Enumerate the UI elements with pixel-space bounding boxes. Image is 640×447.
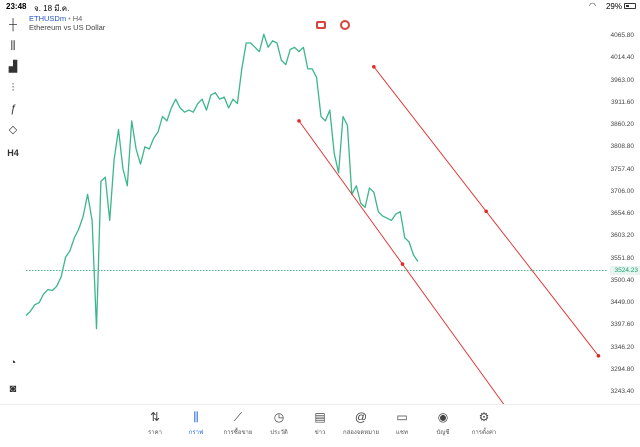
- battery-icon: [624, 3, 636, 9]
- price-tick-label: 3860.20: [610, 121, 635, 129]
- trendline-handle[interactable]: [372, 64, 376, 69]
- price-tick-label: 3757.40: [610, 165, 635, 173]
- price-tick-label: 3346.20: [610, 343, 635, 351]
- price-tick-label: 3500.40: [610, 276, 635, 284]
- price-tick-label: 3397.60: [610, 321, 635, 329]
- current-price-badge: 3524.23: [610, 265, 640, 275]
- status-time: 23:48: [6, 2, 27, 11]
- price-tick-label: 3243.40: [610, 388, 635, 395]
- price-tick-label: 4065.80: [610, 32, 635, 40]
- price-tick-label: 3654.60: [610, 210, 635, 218]
- battery-percent: 29%: [605, 2, 622, 11]
- price-tick-label: 3808.80: [610, 143, 635, 151]
- price-tick-label: 3603.20: [610, 232, 635, 240]
- price-tick-label: 3911.60: [610, 98, 634, 106]
- trendline-handle[interactable]: [596, 354, 601, 358]
- bottom-nav: ⇅ ราคา ⫼ กราฟ ⟋ การซื้อขาย ◷ ประวัติ ▤ ข่าว @ กล่อง…: [0, 404, 640, 447]
- price-tick-label: 3551.80: [610, 254, 635, 262]
- price-tick-label: 3294.80: [610, 365, 635, 373]
- price-tick-label: 3706.00: [610, 187, 635, 195]
- price-series-line: [25, 33, 419, 330]
- nav-item[interactable]: ⚙ การตั้งค่า: [454, 409, 514, 437]
- trendline-handle[interactable]: [400, 262, 405, 266]
- settings-icon: ⚙: [478, 410, 490, 424]
- wifi-icon: ◠: [589, 1, 596, 10]
- trendline-handle[interactable]: [297, 119, 301, 123]
- nav-label: การตั้งค่า: [471, 430, 497, 436]
- price-tick-label: 4014.40: [610, 54, 635, 62]
- price-chart[interactable]: [0, 12, 608, 407]
- price-scale[interactable]: 4065.80 4014.40 3963.00 3911.60 3860.20 3808.…: [608, 12, 640, 407]
- trendline-handle[interactable]: [484, 209, 488, 214]
- price-tick-label: 3449.00: [610, 299, 635, 307]
- price-tick-label: 3963.00: [610, 76, 635, 84]
- status-bar: 23:48 จ. 18 มี.ค. ◠ 29%: [0, 0, 640, 13]
